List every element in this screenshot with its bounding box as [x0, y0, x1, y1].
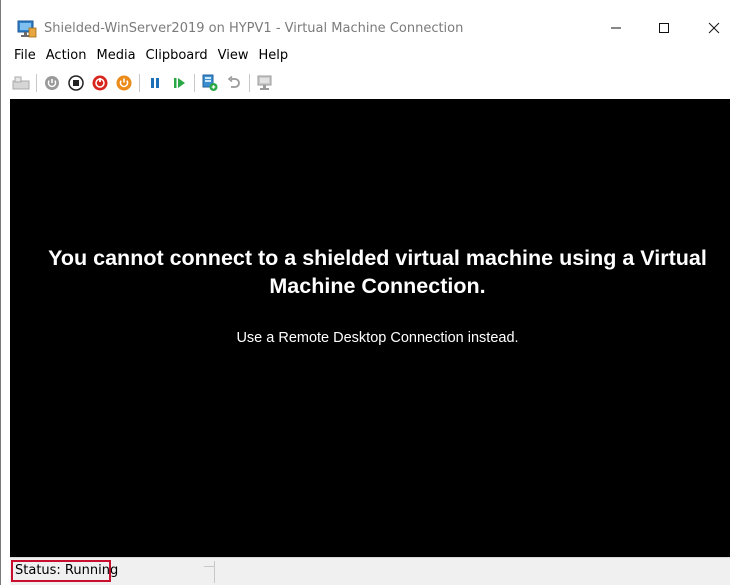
- enhanced-session-button[interactable]: [254, 72, 276, 94]
- ctrl-alt-del-icon: [12, 76, 30, 90]
- start-button[interactable]: [41, 72, 63, 94]
- revert-icon: [227, 75, 240, 88]
- resume-button[interactable]: [168, 72, 190, 94]
- toolbar-separator: [139, 74, 140, 92]
- save-state-button[interactable]: [113, 72, 135, 94]
- remote-desktop-hint: Use a Remote Desktop Connection instead.: [236, 330, 519, 346]
- resume-icon: [174, 78, 185, 88]
- window-title: Shielded-WinServer2019 on HYPV1 - Virtua…: [44, 21, 464, 36]
- status-label: Status: Running: [11, 560, 118, 582]
- menu-view[interactable]: View: [213, 46, 254, 66]
- turn-off-icon: [68, 75, 84, 91]
- vm-connection-icon: [17, 20, 37, 38]
- menu-clipboard[interactable]: Clipboard: [141, 46, 213, 66]
- menu-file[interactable]: File: [9, 46, 41, 66]
- checkpoint-icon: [202, 74, 218, 91]
- vm-connection-window: Shielded-WinServer2019 on HYPV1 - Virtua…: [0, 0, 730, 585]
- menu-action[interactable]: Action: [41, 46, 92, 66]
- vm-console[interactable]: You cannot connect to a shielded virtual…: [10, 99, 730, 557]
- maximize-button[interactable]: [641, 12, 687, 44]
- turn-off-button[interactable]: [65, 72, 87, 94]
- menu-media[interactable]: Media: [91, 46, 140, 66]
- ctrl-alt-del-button[interactable]: [10, 72, 32, 94]
- menu-help[interactable]: Help: [253, 46, 293, 66]
- pause-button[interactable]: [144, 72, 166, 94]
- shut-down-button[interactable]: [89, 72, 111, 94]
- minimize-button[interactable]: [593, 12, 639, 44]
- toolbar: [10, 70, 730, 96]
- status-divider: [204, 566, 214, 567]
- checkpoint-button[interactable]: [199, 72, 221, 94]
- title-bar[interactable]: Shielded-WinServer2019 on HYPV1 - Virtua…: [1, 0, 730, 42]
- minimize-icon: [611, 27, 621, 29]
- menu-bar: File Action Media Clipboard View Help: [9, 46, 293, 66]
- maximize-icon: [659, 23, 669, 33]
- status-divider: [214, 561, 215, 583]
- toolbar-separator: [36, 74, 37, 92]
- close-icon: [708, 22, 720, 34]
- shut-down-icon: [92, 75, 108, 91]
- toolbar-separator: [249, 74, 250, 92]
- save-state-icon: [116, 75, 132, 91]
- shielded-vm-message: You cannot connect to a shielded virtual…: [48, 246, 707, 298]
- start-icon: [45, 76, 59, 90]
- close-button[interactable]: [691, 12, 730, 44]
- enhanced-session-icon: [257, 75, 272, 90]
- pause-icon: [151, 78, 159, 88]
- revert-button[interactable]: [223, 72, 245, 94]
- toolbar-separator: [194, 74, 195, 92]
- status-bar: Status: Running: [10, 557, 730, 585]
